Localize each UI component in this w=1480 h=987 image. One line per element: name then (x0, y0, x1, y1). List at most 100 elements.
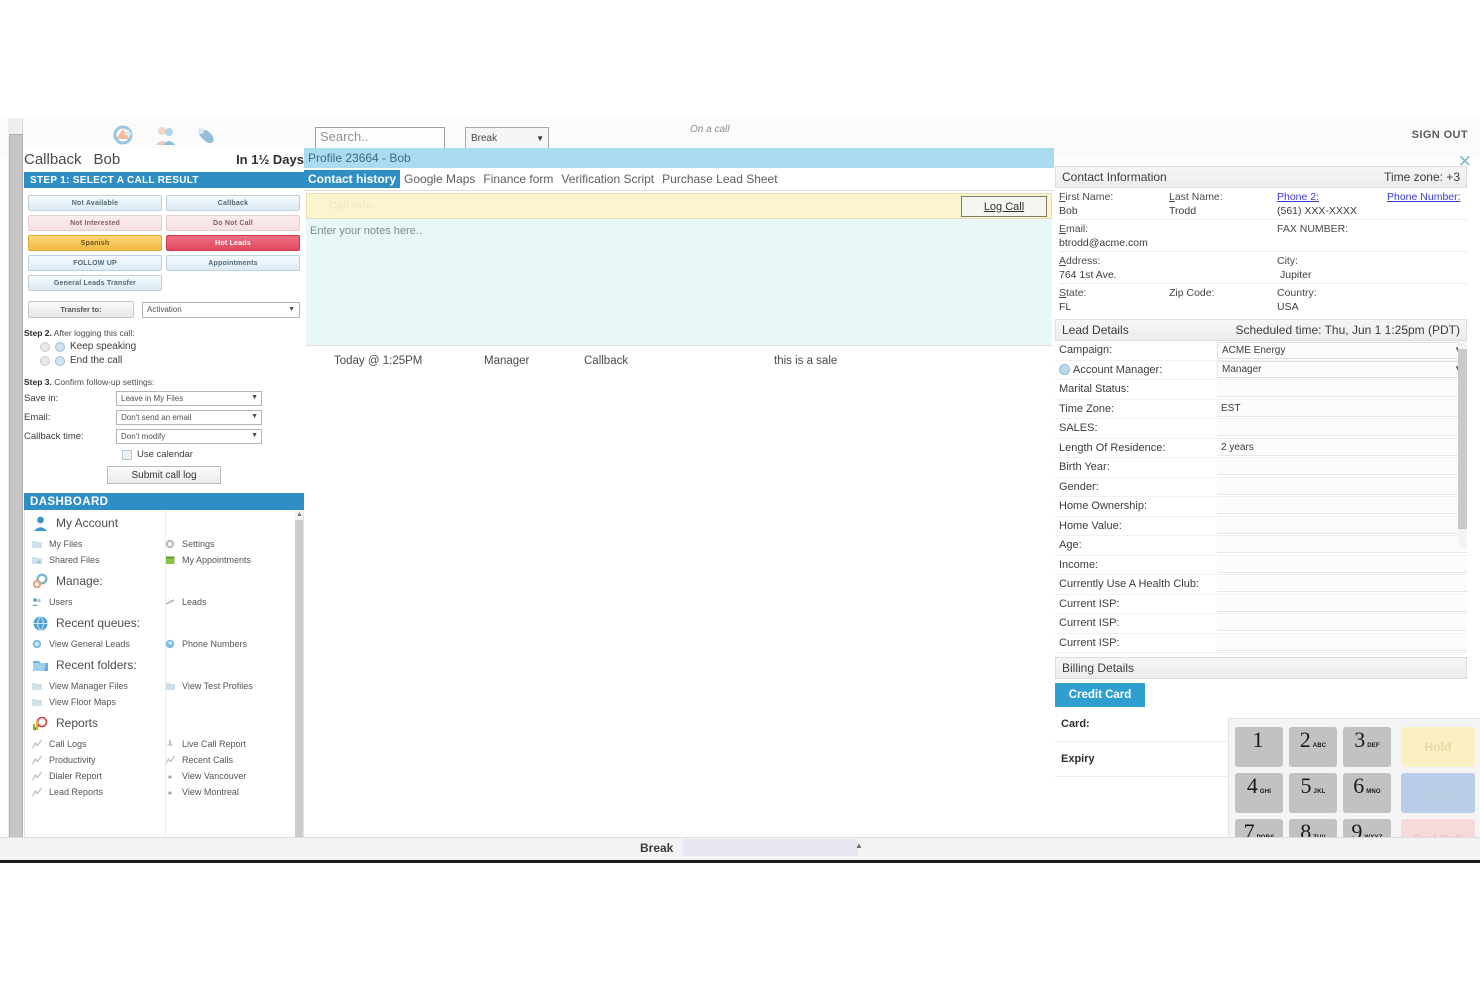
dashboard-link[interactable]: Dialer Report (32, 768, 165, 784)
contact-history-row[interactable]: Today @ 1:25PMManagerCallbackthis is a s… (306, 345, 1052, 376)
credit-card-tab[interactable]: Credit Card (1055, 683, 1145, 707)
tab-google-maps[interactable]: Google Maps (400, 170, 479, 188)
fax-value[interactable] (1277, 237, 1387, 249)
lead-detail-value[interactable] (1217, 479, 1467, 495)
sign-out-button[interactable]: SIGN OUT (1412, 129, 1468, 141)
phone-icon[interactable] (194, 123, 220, 149)
lead-detail-value[interactable]: EST (1217, 401, 1467, 417)
country-value[interactable]: USA (1277, 301, 1387, 313)
expand-caret-icon[interactable]: ▲ (855, 841, 863, 850)
status-select[interactable]: Break ▼ (465, 127, 549, 150)
dashboard-link[interactable]: Shared Files (32, 552, 165, 568)
lead-detail-value[interactable] (1217, 635, 1467, 651)
call-result-button[interactable]: Hot Leads (166, 235, 300, 251)
dialpad-key-4[interactable]: 4GHI (1235, 773, 1283, 813)
dashboard-section-heading[interactable]: Manage: (25, 568, 303, 594)
lead-detail-value[interactable]: 2 years (1217, 440, 1467, 456)
call-result-button[interactable]: Do Not Call (166, 215, 300, 231)
left-scrollbar[interactable]: ▲ ▼ (8, 118, 23, 860)
dashboard-link[interactable]: Phone Numbers (165, 636, 298, 652)
dashboard-link[interactable]: Recent Calls (165, 752, 298, 768)
dashboard-link[interactable]: Users (32, 594, 165, 610)
followup-select[interactable]: Leave in My Files▼ (116, 391, 262, 406)
lead-detail-select[interactable]: Manager▼ (1217, 361, 1467, 378)
info-icon[interactable] (1059, 364, 1070, 375)
call-result-button[interactable]: Not Interested (28, 215, 162, 231)
dashboard-link[interactable]: View Vancouver (165, 768, 298, 784)
state-value[interactable]: FL (1059, 301, 1169, 313)
dashboard-section-heading[interactable]: Reports (25, 710, 303, 736)
call-result-button[interactable]: General Leads Transfer (28, 275, 162, 291)
users-icon[interactable] (152, 123, 178, 149)
dashboard-link[interactable]: Live Call Report (165, 736, 298, 752)
last-name-value[interactable]: Trodd (1169, 205, 1277, 217)
call-result-button[interactable]: Appointments (166, 255, 300, 271)
scrollbar-thumb[interactable] (9, 134, 23, 846)
tab-purchase-lead-sheet[interactable]: Purchase Lead Sheet (658, 170, 781, 188)
followup-select[interactable]: Don't send an email▼ (116, 410, 262, 425)
lead-detail-value[interactable] (1217, 381, 1467, 397)
hold-button[interactable]: Hold (1401, 727, 1475, 767)
phone2-value[interactable]: (561) XXX-XXXX (1277, 205, 1387, 217)
city-value[interactable]: Jupiter (1277, 269, 1390, 281)
call-result-button[interactable]: Callback (166, 195, 300, 211)
lead-detail-value[interactable] (1217, 576, 1467, 592)
address-value[interactable]: 764 1st Ave. (1059, 269, 1277, 281)
dashboard-link[interactable]: View Manager Files (32, 678, 165, 694)
first-name-value[interactable]: Bob (1059, 205, 1169, 217)
radio-end-call[interactable]: End the call (24, 355, 304, 366)
dashboard-link[interactable]: View General Leads (32, 636, 165, 652)
phone-number-link[interactable]: Phone Number: (1387, 191, 1461, 203)
notes-textarea[interactable]: Enter your notes here.. (306, 219, 1052, 345)
dashboard-scrollbar[interactable]: ▲ ▼ (295, 510, 303, 863)
dashboard-link[interactable]: View Montreal (165, 784, 298, 800)
lead-detail-value[interactable] (1217, 596, 1467, 612)
dashboard-link[interactable]: My Files (32, 536, 165, 552)
tab-finance-form[interactable]: Finance form (479, 170, 557, 188)
dashboard-link[interactable]: Leads (165, 594, 298, 610)
lead-details-scrollbar[interactable] (1458, 341, 1467, 547)
zip-value[interactable] (1169, 301, 1277, 313)
dashboard-section-heading[interactable]: Recent queues: (25, 610, 303, 636)
dashboard-link[interactable]: View Test Profiles (165, 678, 298, 694)
call-result-button[interactable]: Spanish (28, 235, 162, 251)
phone2-link[interactable]: Phone 2: (1277, 191, 1387, 203)
lead-detail-value[interactable] (1217, 420, 1467, 436)
dashboard-link[interactable]: Lead Reports (32, 784, 165, 800)
email-value[interactable]: btrodd@acme.com (1059, 237, 1277, 249)
lead-detail-value[interactable] (1217, 537, 1467, 553)
dialpad-key-6[interactable]: 6MNO (1343, 773, 1391, 813)
radio-keep-speaking[interactable]: Keep speaking (24, 341, 304, 352)
lead-detail-value[interactable] (1217, 459, 1467, 475)
scrollbar-thumb[interactable] (1458, 349, 1467, 529)
dialpad-key-1[interactable]: 1 (1235, 727, 1283, 767)
dashboard-link[interactable]: Settings (165, 536, 298, 552)
dashboard-link[interactable]: Productivity (32, 752, 165, 768)
scrollbar-thumb[interactable] (295, 520, 303, 850)
transfer-to-button[interactable]: Transfer to: (28, 301, 134, 318)
dashboard-link[interactable]: View Floor Maps (32, 694, 165, 710)
call-result-button[interactable]: FOLLOW UP (28, 255, 162, 271)
dashboard-link[interactable]: Call Logs (32, 736, 165, 752)
lead-detail-value[interactable] (1217, 518, 1467, 534)
checkbox-icon[interactable] (122, 450, 132, 460)
transfer-button[interactable]: Transfer (1401, 773, 1475, 813)
lead-detail-select[interactable]: ACME Energy▼ (1217, 342, 1467, 359)
dialpad-key-5[interactable]: 5JKL (1289, 773, 1337, 813)
scroll-up-arrow[interactable]: ▲ (296, 511, 303, 518)
dashboard-section-heading[interactable]: My Account (25, 510, 303, 536)
submit-call-log-button[interactable]: Submit call log (107, 466, 221, 484)
dashboard-link[interactable]: My Appointments (165, 552, 298, 568)
refresh-icon[interactable] (110, 123, 136, 149)
transfer-to-select[interactable]: Activation ▼ (142, 302, 300, 318)
tab-verification-script[interactable]: Verification Script (557, 170, 658, 188)
followup-select[interactable]: Don't modify▼ (116, 429, 262, 444)
lead-detail-value[interactable] (1217, 498, 1467, 514)
lead-detail-value[interactable] (1217, 615, 1467, 631)
dialpad-key-2[interactable]: 2ABC (1289, 727, 1337, 767)
log-call-button[interactable]: Log Call (961, 196, 1047, 217)
tab-contact-history[interactable]: Contact history (304, 170, 400, 188)
dialpad-key-3[interactable]: 3DEF (1343, 727, 1391, 767)
call-result-button[interactable]: Not Available (28, 195, 162, 211)
dashboard-section-heading[interactable]: Recent folders: (25, 652, 303, 678)
